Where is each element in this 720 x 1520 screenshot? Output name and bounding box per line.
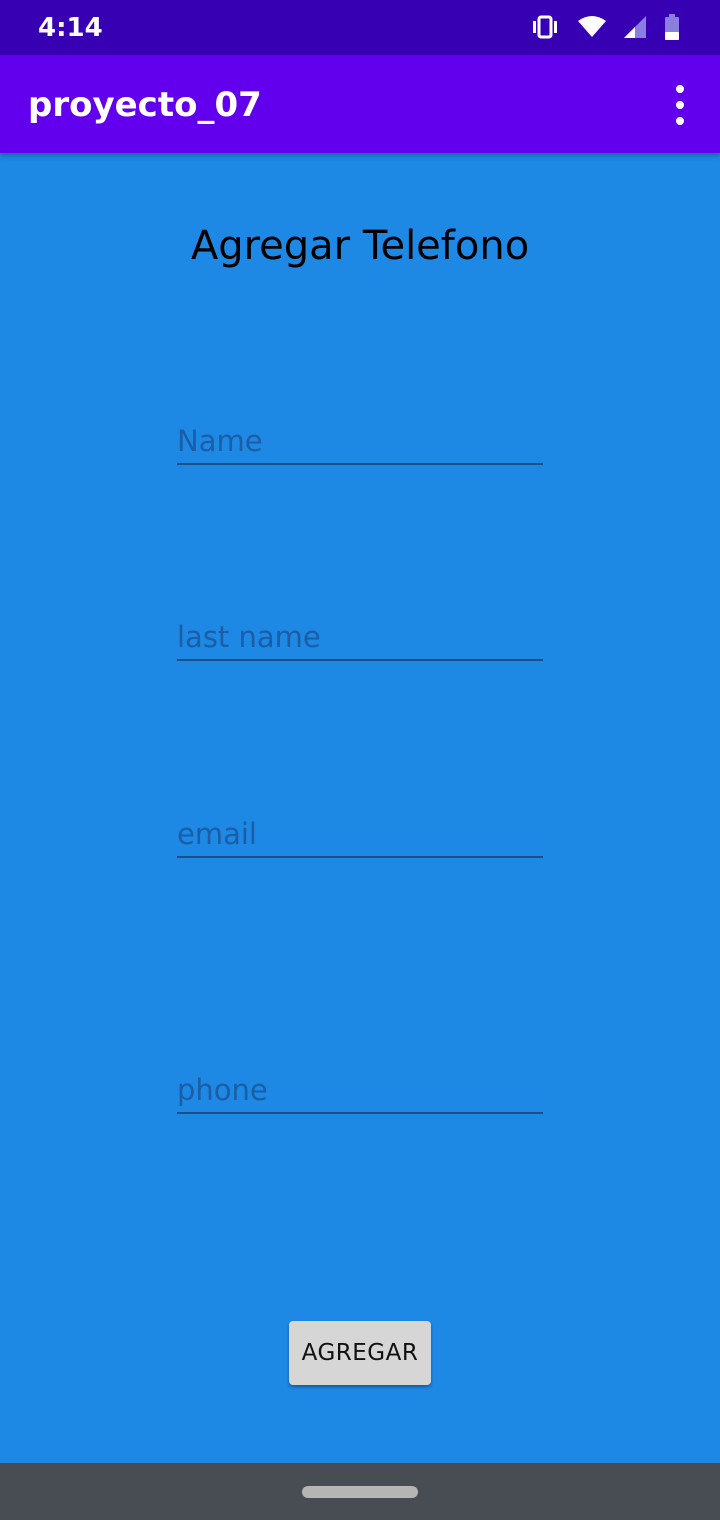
status-time: 4:14	[38, 13, 103, 43]
overflow-dot	[676, 101, 684, 109]
email-field[interactable]	[177, 812, 543, 858]
battery-icon	[664, 14, 680, 45]
vibrate-icon	[530, 14, 560, 45]
page-title: Agregar Telefono	[190, 223, 530, 269]
wifi-icon	[578, 15, 606, 44]
status-bar: 4:14	[0, 0, 720, 55]
app-bar: proyecto_07	[0, 55, 720, 153]
overflow-dot	[676, 85, 684, 93]
overflow-menu-icon[interactable]	[662, 85, 698, 125]
status-icons	[530, 14, 680, 45]
app-title: proyecto_07	[28, 85, 262, 125]
signal-icon	[624, 16, 646, 43]
agregar-button[interactable]: AGREGAR	[289, 1321, 431, 1385]
overflow-dot	[676, 117, 684, 125]
navigation-bar	[0, 1463, 720, 1520]
last-name-field[interactable]	[177, 615, 543, 661]
form-content: Agregar Telefono AGREGAR	[0, 153, 720, 1463]
phone-field[interactable]	[177, 1068, 543, 1114]
home-gesture-handle[interactable]	[302, 1486, 418, 1498]
name-field[interactable]	[177, 419, 543, 465]
